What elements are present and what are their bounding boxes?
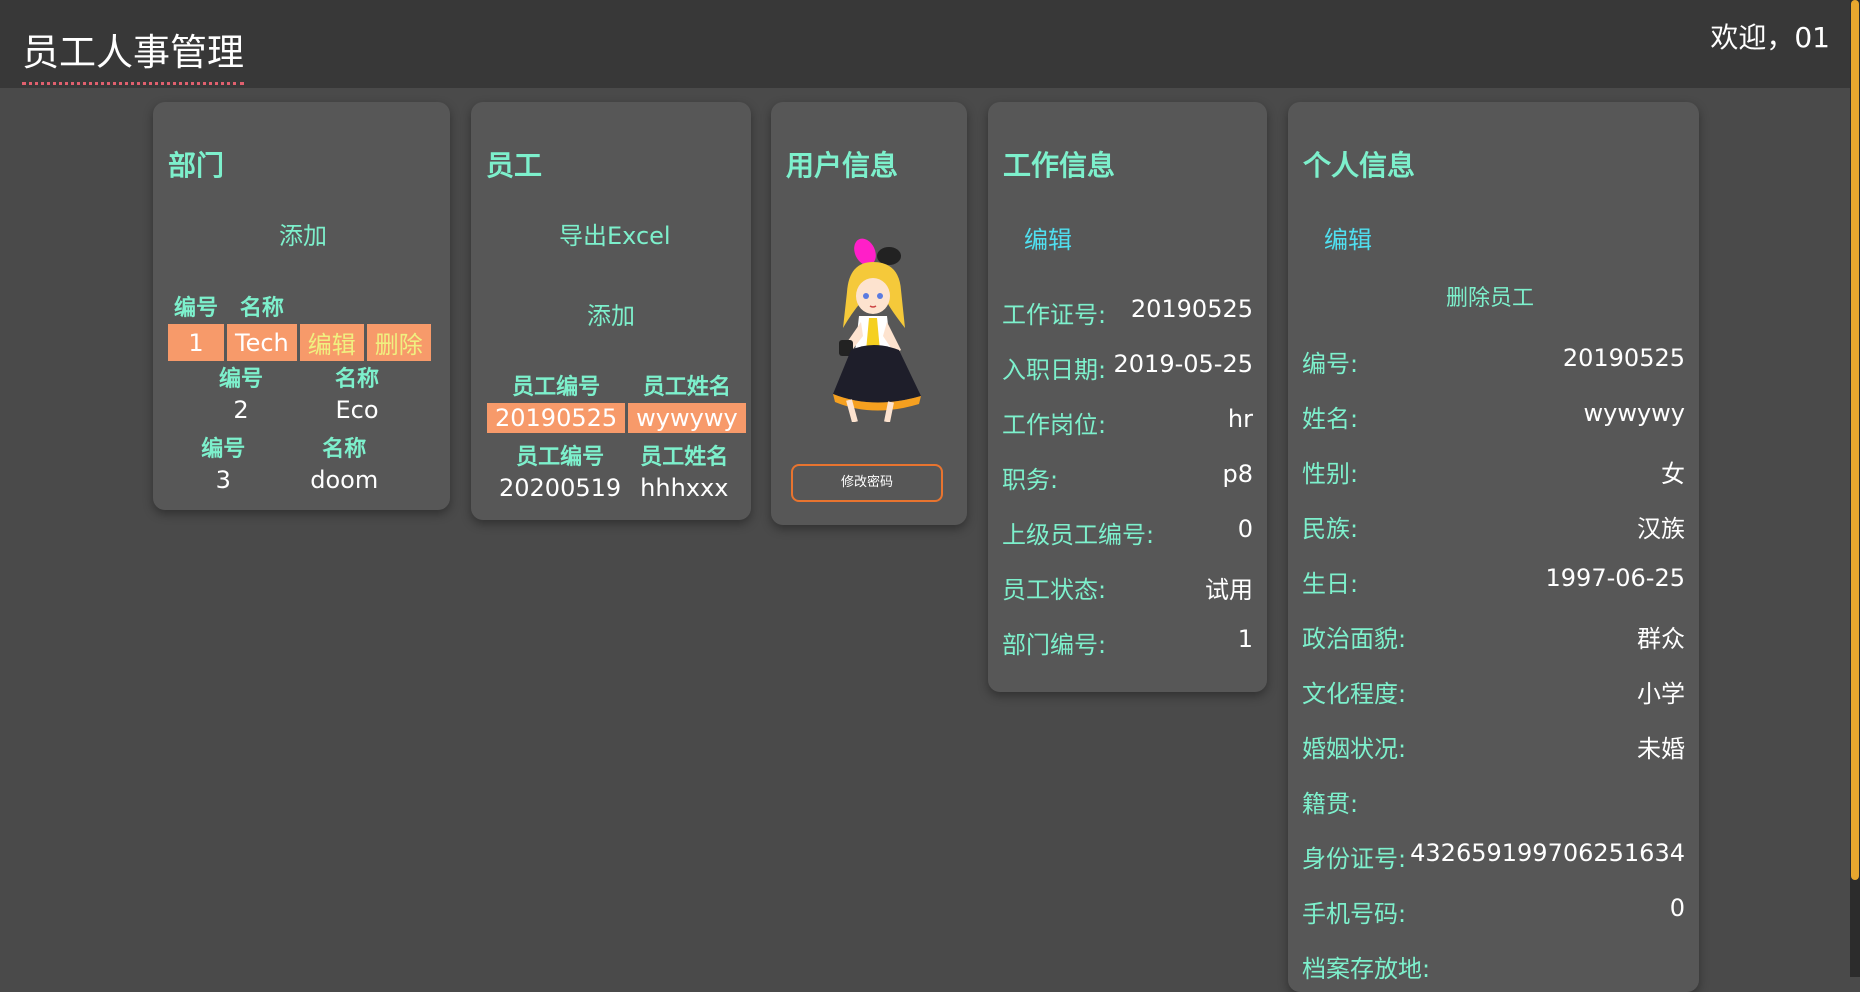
- edit-personal-info-button[interactable]: 编辑: [1324, 220, 1372, 255]
- export-excel-button[interactable]: 导出Excel: [559, 216, 671, 251]
- column-header-name: 名称: [335, 367, 380, 392]
- work-info-panel: 工作信息 编辑 工作证号: 20190525 入职日期: 2019-05-25 …: [988, 102, 1267, 692]
- field-label: 部门编号:: [1002, 631, 1107, 659]
- employee-table: 员工编号 员工姓名 20190525 wywywy: [484, 367, 749, 435]
- field-value: 小学: [1637, 680, 1685, 708]
- field-label: 工作岗位:: [1002, 411, 1107, 439]
- personal-info-title: 个人信息: [1303, 149, 1416, 182]
- field-label: 上级员工编号:: [1002, 521, 1155, 549]
- field-value: 汉族: [1637, 515, 1685, 543]
- table-row[interactable]: 20190525 wywywy: [487, 403, 746, 433]
- department-panel: 部门 添加 编号 名称 1 Tech 编辑 删除 编号 名称 2 Eco 编号 …: [153, 102, 450, 510]
- field-label: 工作证号:: [1002, 301, 1107, 329]
- column-header-id: 编号: [219, 367, 264, 392]
- table-row[interactable]: 3 doom: [176, 465, 415, 495]
- field-label: 员工状态:: [1002, 576, 1107, 604]
- department-name: doom: [310, 466, 379, 494]
- department-table: 编号 名称 1 Tech 编辑 删除: [165, 288, 434, 363]
- welcome-text: 欢迎，01: [1710, 21, 1830, 54]
- field-value: 女: [1661, 460, 1685, 488]
- field-value: 群众: [1637, 625, 1685, 653]
- scrollbar[interactable]: [1850, 0, 1860, 977]
- delete-employee-button[interactable]: 删除员工: [1446, 280, 1534, 312]
- column-header-employee-name: 员工姓名: [642, 375, 731, 400]
- field-value: hr: [1227, 405, 1253, 433]
- field-label: 政治面貌:: [1302, 625, 1407, 653]
- user-info-panel: 用户信息 修改密码: [771, 102, 967, 525]
- department-id: 2: [233, 396, 249, 424]
- field-value: 1: [1237, 625, 1253, 653]
- field-label: 身份证号:: [1302, 845, 1407, 873]
- column-header-id: 编号: [201, 437, 246, 462]
- field-value: wywywy: [1583, 399, 1686, 427]
- top-bar: 员工人事管理 欢迎，01: [0, 0, 1852, 88]
- field-value: 未婚: [1637, 735, 1685, 763]
- column-header-employee-id: 员工编号: [512, 375, 601, 400]
- employee-id: 20200519: [499, 474, 622, 502]
- field-label: 职务:: [1002, 466, 1059, 494]
- department-id: 3: [215, 466, 231, 494]
- column-header-employee-name: 员工姓名: [640, 445, 729, 470]
- employee-id: 20190525: [487, 403, 626, 433]
- add-department-button[interactable]: 添加: [279, 216, 327, 251]
- field-label: 婚姻状况:: [1302, 735, 1407, 763]
- delete-department-button[interactable]: 删除: [366, 324, 431, 361]
- employee-panel: 员工 导出Excel 添加 员工编号 员工姓名 20190525 wywywy …: [471, 102, 751, 520]
- field-value: 0: [1669, 894, 1685, 922]
- edit-department-button[interactable]: 编辑: [299, 324, 364, 361]
- table-row[interactable]: 1 Tech 编辑 删除: [168, 324, 431, 361]
- department-title: 部门: [168, 149, 225, 182]
- field-value: 试用: [1205, 576, 1253, 604]
- field-value: 20190525: [1562, 344, 1685, 372]
- employee-name: wywywy: [628, 403, 746, 433]
- field-value: p8: [1222, 460, 1253, 488]
- department-name: Eco: [335, 396, 379, 424]
- edit-work-info-button[interactable]: 编辑: [1024, 220, 1072, 255]
- work-info-title: 工作信息: [1003, 149, 1116, 182]
- column-header-name: 名称: [322, 437, 367, 462]
- app-title: 员工人事管理: [22, 22, 244, 85]
- field-label: 籍贯:: [1302, 790, 1359, 818]
- department-id: 1: [168, 324, 225, 361]
- user-avatar: [833, 238, 921, 422]
- field-label: 生日:: [1302, 570, 1359, 598]
- field-value: 0: [1237, 515, 1253, 543]
- field-label: 姓名:: [1302, 405, 1359, 433]
- column-header-name: 名称: [239, 296, 284, 321]
- field-label: 性别:: [1302, 460, 1359, 488]
- personal-info-panel: 个人信息 编辑 删除员工 编号: 20190525 姓名: wywywy 性别:…: [1288, 102, 1699, 992]
- add-employee-button[interactable]: 添加: [587, 296, 635, 331]
- department-name: Tech: [227, 324, 297, 361]
- field-label: 编号:: [1302, 350, 1359, 378]
- column-header-id: 编号: [174, 296, 219, 321]
- field-label: 民族:: [1302, 515, 1359, 543]
- department-table: 编号 名称 3 doom: [173, 429, 418, 497]
- employee-title: 员工: [486, 149, 543, 182]
- field-value: 1997-06-25: [1545, 564, 1685, 592]
- employee-name: hhhxxx: [640, 474, 729, 502]
- scrollbar-thumb[interactable]: [1851, 0, 1859, 880]
- table-row[interactable]: 2 Eco: [186, 395, 415, 425]
- field-value: 2019-05-25: [1113, 350, 1253, 378]
- user-info-title: 用户信息: [786, 149, 899, 182]
- department-table: 编号 名称 2 Eco: [183, 359, 418, 427]
- field-value: 432659199706251634: [1410, 839, 1685, 867]
- column-header-employee-id: 员工编号: [516, 445, 605, 470]
- employee-table: 员工编号 员工姓名 20200519 hhhxxx: [488, 437, 739, 505]
- change-password-button[interactable]: 修改密码: [791, 464, 943, 502]
- field-label: 手机号码:: [1302, 900, 1407, 928]
- field-label: 文化程度:: [1302, 680, 1407, 708]
- field-label: 档案存放地:: [1302, 955, 1431, 983]
- field-label: 入职日期:: [1002, 356, 1107, 384]
- table-row[interactable]: 20200519 hhhxxx: [491, 473, 736, 503]
- field-value: 20190525: [1130, 295, 1253, 323]
